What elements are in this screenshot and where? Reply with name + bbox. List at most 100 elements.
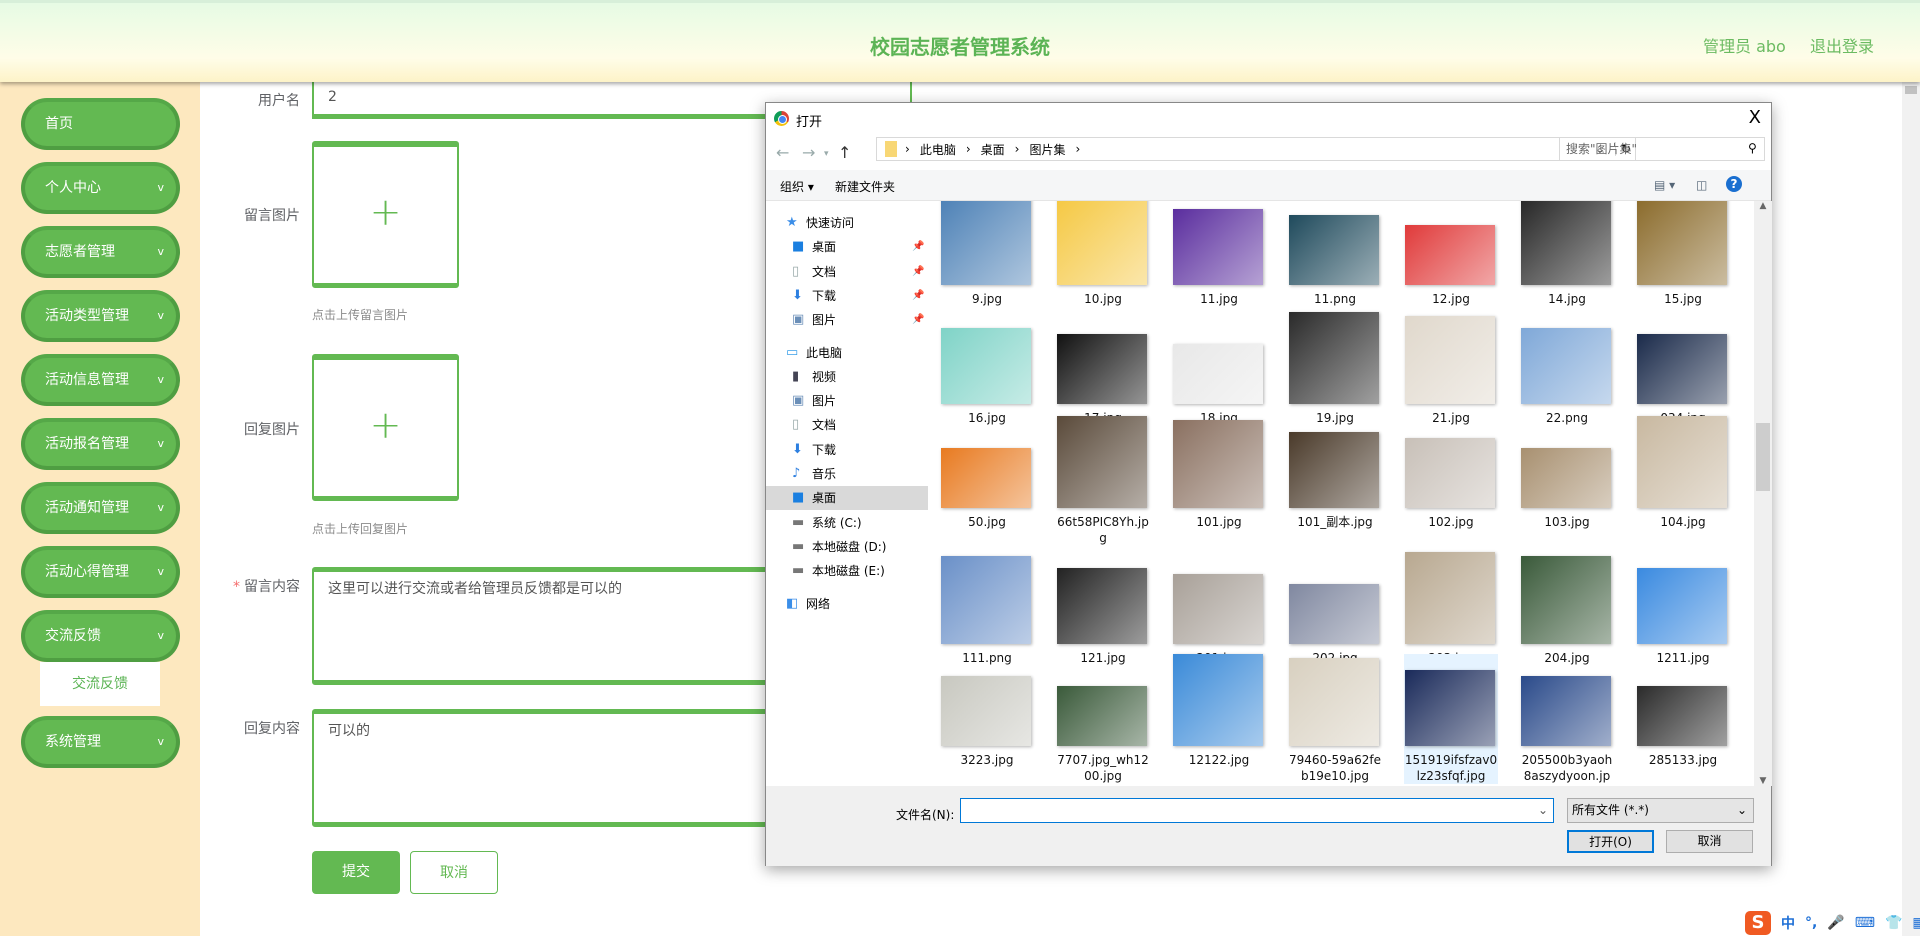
nav-item[interactable]: ★ 快速访问 [766, 211, 928, 235]
file-item[interactable]: 50.jpg [940, 416, 1034, 530]
pin-icon[interactable]: 📌 [912, 235, 924, 259]
nav-item[interactable]: ▬ 本地磁盘 (E:) [766, 559, 928, 583]
nav-item[interactable]: ⬇ 下载 📌 [766, 284, 928, 308]
file-item[interactable]: 9.jpg [940, 201, 1034, 307]
file-item[interactable]: 3223.jpg [940, 654, 1034, 768]
view-options-icon[interactable]: ▤ ▾ [1654, 178, 1675, 192]
file-item[interactable]: 14.jpg [1520, 201, 1614, 307]
file-item[interactable]: 034.jpg [1636, 312, 1730, 426]
file-item[interactable]: 21.jpg [1404, 312, 1498, 426]
file-thumbnail [1288, 654, 1380, 746]
pin-icon[interactable]: 📌 [912, 260, 924, 284]
up-icon[interactable]: ↑ [838, 143, 851, 162]
file-item[interactable]: 202.jpg [1288, 552, 1382, 666]
ime-toolbar[interactable]: S 中 °, 🎤 ⌨ 👕 ▦ [1745, 910, 1920, 936]
microphone-icon[interactable]: 🎤 [1827, 915, 1844, 931]
file-item[interactable]: 101.jpg [1172, 416, 1266, 530]
cancel-button[interactable]: 取消 [410, 851, 498, 894]
pin-icon[interactable]: 📌 [912, 308, 924, 332]
file-item[interactable]: 103.jpg [1520, 416, 1614, 530]
nav-item[interactable]: ▮ 视频 [766, 365, 928, 389]
nav-item[interactable]: ♪ 音乐 [766, 462, 928, 486]
breadcrumb-item[interactable]: 桌面 [981, 141, 1005, 158]
reply-image-upload[interactable]: + [312, 354, 459, 501]
msg-content-label: 留言内容 [244, 579, 300, 595]
organize-button[interactable]: 组织 ▾ [780, 178, 814, 195]
file-item[interactable]: 104.jpg [1636, 416, 1730, 530]
dialog-titlebar[interactable]: 打开 X [766, 103, 1771, 135]
file-item[interactable]: 285133.jpg [1636, 654, 1730, 768]
file-item[interactable]: 19.jpg [1288, 312, 1382, 426]
page-scrollbar[interactable] [1902, 82, 1920, 936]
pin-icon[interactable]: 📌 [912, 284, 924, 308]
file-item[interactable]: 66t58PIC8Yh.jpg [1056, 416, 1150, 546]
file-item[interactable]: 17.jpg [1056, 312, 1150, 426]
nav-item[interactable]: ▯ 文档 [766, 413, 928, 437]
nav-item[interactable]: ▬ 系统 (C:) [766, 511, 928, 535]
file-item[interactable]: 203.jpg [1404, 552, 1498, 666]
sidebar-item[interactable]: 交流反馈 v [21, 610, 180, 662]
sidebar-subitem-feedback[interactable]: 交流反馈 [40, 662, 160, 706]
nav-item[interactable]: ◧ 网络 [766, 592, 928, 616]
address-bar[interactable]: › 此电脑 › 桌面 › 图片集 › ⌄ ↻ [876, 137, 1636, 161]
forward-icon[interactable]: → [802, 143, 815, 162]
nav-item[interactable]: ▬ 本地磁盘 (D:) [766, 535, 928, 559]
nav-item[interactable]: ▣ 图片 [766, 389, 928, 413]
file-item[interactable]: 11.png [1288, 201, 1382, 307]
new-folder-button[interactable]: 新建文件夹 [835, 178, 895, 195]
nav-item[interactable]: ⬇ 下载 [766, 438, 928, 462]
file-item[interactable]: 22.png [1520, 312, 1614, 426]
sidebar-item[interactable]: 活动信息管理 v [21, 354, 180, 406]
file-item[interactable]: 11.jpg [1172, 201, 1266, 307]
breadcrumb-item[interactable]: 此电脑 [920, 141, 956, 158]
msg-image-upload[interactable]: + [312, 141, 459, 288]
desktop-icon: ■ [792, 490, 805, 506]
file-thumbnail [1288, 201, 1380, 285]
file-item[interactable]: 12122.jpg [1172, 654, 1266, 768]
file-item[interactable]: 111.png [940, 552, 1034, 666]
file-item[interactable]: 18.jpg [1172, 312, 1266, 426]
skin-icon[interactable]: 👕 [1885, 915, 1902, 931]
logout-link[interactable]: 退出登录 [1810, 33, 1874, 57]
keyboard-icon[interactable]: ⌨ [1855, 915, 1875, 931]
search-input[interactable]: 搜索"图片集" [1559, 137, 1765, 161]
file-grid-scrollbar[interactable]: ▲ ▼ [1754, 201, 1772, 786]
sidebar-item[interactable]: 志愿者管理 v [21, 226, 180, 278]
filename-dropdown-icon[interactable]: ⌄ [1538, 803, 1548, 817]
file-item[interactable]: 7707.jpg_wh1200.jpg [1056, 654, 1150, 784]
help-icon[interactable]: ? [1726, 176, 1742, 192]
recent-chevron-icon[interactable]: ▾ [824, 149, 829, 159]
ime-lang[interactable]: 中 [1781, 913, 1795, 933]
file-item[interactable]: 205500b3yaoh8aszydyoon.jpg [1520, 654, 1614, 786]
close-button[interactable]: X [1749, 107, 1761, 128]
file-item[interactable]: 10.jpg [1056, 201, 1150, 307]
file-type-select[interactable]: 所有文件 (*.*) ⌄ [1567, 798, 1754, 823]
file-item[interactable]: 15.jpg [1636, 201, 1730, 307]
submit-button[interactable]: 提交 [312, 851, 400, 894]
file-item[interactable]: 201.jpg [1172, 552, 1266, 666]
nav-item[interactable]: ▭ 此电脑 [766, 341, 928, 365]
preview-pane-icon[interactable]: ◫ [1696, 178, 1707, 192]
filename-input[interactable] [960, 798, 1554, 823]
file-item[interactable]: 204.jpg [1520, 552, 1614, 666]
open-button[interactable]: 打开(O) [1567, 830, 1654, 853]
nav-item[interactable]: ▯ 文档 📌 [766, 260, 928, 284]
file-item[interactable]: 151919ifsfzav0lz23sfqf.jpg [1404, 654, 1498, 784]
file-item[interactable]: 121.jpg [1056, 552, 1150, 666]
back-icon[interactable]: ← [776, 143, 789, 162]
nav-item[interactable]: ▣ 图片 📌 [766, 308, 928, 332]
breadcrumb-item[interactable]: 图片集 [1029, 141, 1065, 158]
sidebar-item[interactable]: 活动类型管理 v [21, 290, 180, 342]
file-item[interactable]: 79460-59a62feb19e10.jpg [1288, 654, 1382, 784]
file-item[interactable]: 101_副本.jpg [1288, 416, 1382, 530]
file-item[interactable]: 102.jpg [1404, 416, 1498, 530]
nav-item[interactable]: ■ 桌面 [766, 486, 928, 511]
apps-icon[interactable]: ▦ [1912, 915, 1920, 931]
sidebar-item[interactable]: 活动通知管理 v [21, 482, 180, 534]
file-item[interactable]: 16.jpg [940, 312, 1034, 426]
file-item[interactable]: 12.jpg [1404, 201, 1498, 307]
dialog-cancel-button[interactable]: 取消 [1666, 830, 1753, 853]
nav-item[interactable]: ■ 桌面 📌 [766, 235, 928, 259]
ime-punct[interactable]: °, [1805, 915, 1817, 931]
file-item[interactable]: 1211.jpg [1636, 552, 1730, 666]
